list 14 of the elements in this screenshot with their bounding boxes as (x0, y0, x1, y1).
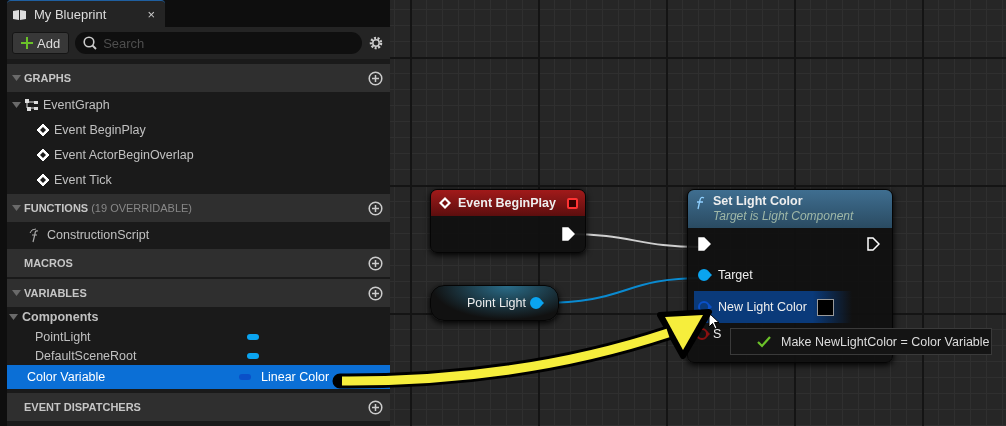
tab-title: My Blueprint (34, 6, 107, 22)
section-note: (19 OVERRIDABLE) (91, 202, 193, 214)
node-subtitle: Target is Light Component (713, 209, 854, 223)
node-title: Point Light (466, 296, 526, 310)
section-title: GRAPHS (24, 72, 72, 84)
section-title: EVENT DISPATCHERS (24, 401, 141, 413)
pin-label: New Light Color (718, 300, 807, 314)
section-title: VARIABLES (24, 287, 87, 299)
section-title: FUNCTIONS (24, 202, 89, 214)
pin-label: S (713, 327, 722, 341)
node-title: Event BeginPlay (458, 196, 556, 210)
section-title: MACROS (24, 257, 73, 269)
pin-label: Target (718, 268, 753, 282)
node-title: Set Light Color (713, 194, 804, 208)
